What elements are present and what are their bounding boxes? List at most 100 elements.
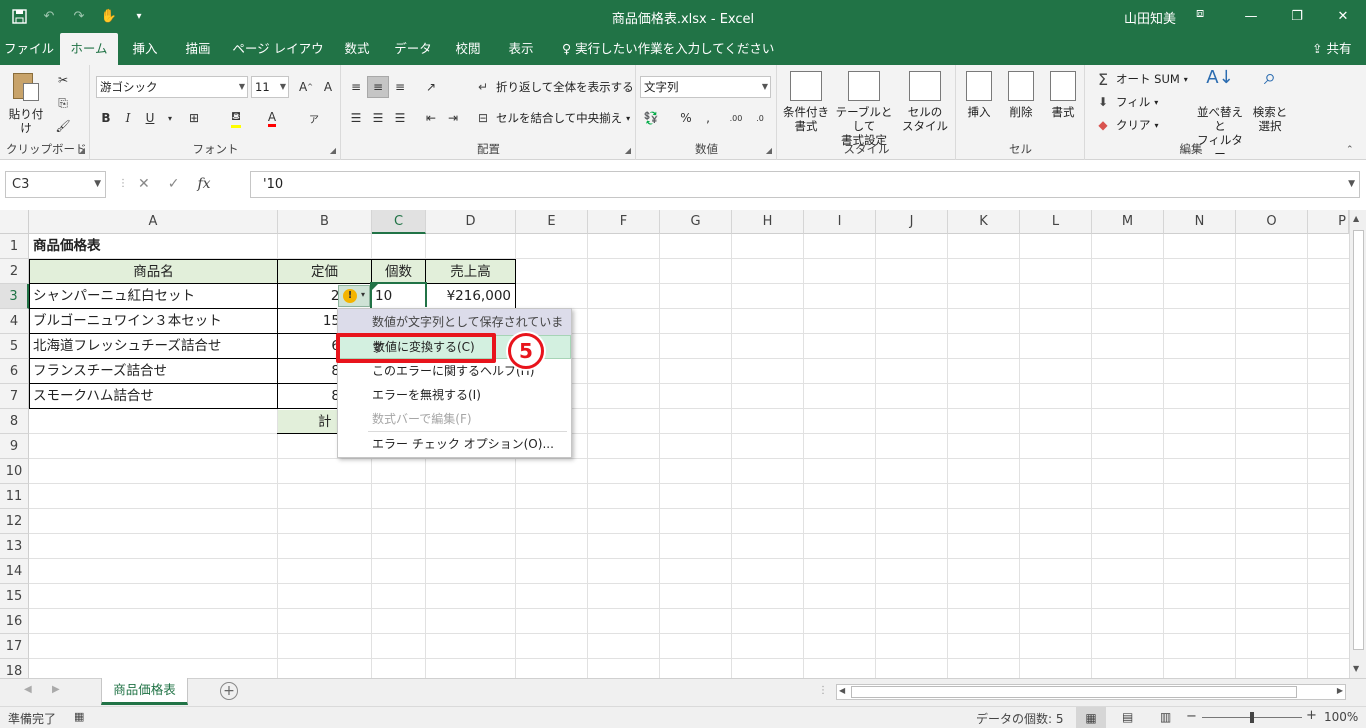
align-center-icon[interactable]: ☰ bbox=[367, 107, 389, 129]
column-header-b[interactable]: B bbox=[278, 210, 372, 234]
tell-me-box[interactable]: ♀ 実行したい作業を入力してください bbox=[562, 33, 774, 65]
restore-icon[interactable]: ❐ bbox=[1274, 0, 1320, 33]
merge-center-button[interactable]: ⊟ セルを結合して中央揃え ▾ bbox=[474, 109, 630, 127]
decrease-font-icon[interactable]: A bbox=[317, 76, 339, 98]
column-header-h[interactable]: H bbox=[732, 210, 804, 234]
row-header-16[interactable]: 16 bbox=[0, 609, 29, 634]
row-header-15[interactable]: 15 bbox=[0, 584, 29, 609]
zoom-in-icon[interactable]: + bbox=[1306, 708, 1317, 723]
increase-font-icon[interactable]: A ^ bbox=[295, 76, 317, 98]
horizontal-scroll-thumb[interactable] bbox=[851, 686, 1297, 698]
borders-icon[interactable]: ⊞ bbox=[183, 107, 205, 129]
decrease-indent-icon[interactable]: ⇤ bbox=[420, 107, 442, 129]
column-header-o[interactable]: O bbox=[1236, 210, 1308, 234]
row-header-8[interactable]: 8 bbox=[0, 409, 29, 434]
row-header-4[interactable]: 4 bbox=[0, 309, 29, 334]
tab-formulas[interactable]: 数式 bbox=[332, 33, 382, 65]
scroll-up-icon[interactable]: ▲ bbox=[1353, 214, 1359, 223]
font-size-combo[interactable]: 11 ▼ bbox=[251, 76, 289, 98]
close-icon[interactable]: ✕ bbox=[1320, 0, 1366, 33]
item-price-cell[interactable]: 8 bbox=[278, 384, 340, 409]
font-name-combo[interactable]: 游ゴシック ▼ bbox=[96, 76, 248, 98]
normal-view-icon[interactable]: ▦ bbox=[1076, 707, 1106, 728]
row-header-14[interactable]: 14 bbox=[0, 559, 29, 584]
tab-data[interactable]: データ bbox=[386, 33, 440, 65]
clipboard-launcher-icon[interactable]: ◢ bbox=[79, 146, 85, 155]
status-count[interactable]: データの個数: 5 bbox=[976, 710, 1064, 727]
add-sheet-icon[interactable]: + bbox=[220, 682, 238, 700]
row-header-18[interactable]: 18 bbox=[0, 659, 29, 678]
comma-style-icon[interactable]: , bbox=[697, 107, 719, 129]
sheet-tab-active[interactable]: 商品価格表 bbox=[101, 678, 188, 705]
next-sheet-icon[interactable]: ▶ bbox=[52, 684, 60, 695]
user-name[interactable]: 山田知美 bbox=[1124, 8, 1176, 27]
cancel-icon[interactable]: ✕ bbox=[138, 171, 150, 198]
column-header-g[interactable]: G bbox=[660, 210, 732, 234]
cut-icon[interactable]: ✂ bbox=[52, 69, 74, 91]
macro-record-icon[interactable]: ▦ bbox=[74, 710, 84, 723]
underline-button[interactable]: U bbox=[139, 107, 161, 129]
decrease-decimal-icon[interactable]: .0 bbox=[749, 107, 771, 129]
enter-icon[interactable]: ✓ bbox=[168, 171, 180, 198]
ribbon-display-icon[interactable]: ⧈ bbox=[1196, 6, 1216, 26]
column-header-k[interactable]: K bbox=[948, 210, 1020, 234]
column-header-n[interactable]: N bbox=[1164, 210, 1236, 234]
tab-view[interactable]: 表示 bbox=[496, 33, 546, 65]
sheet-title-cell[interactable]: 商品価格表 bbox=[29, 234, 277, 259]
prev-sheet-icon[interactable]: ◀ bbox=[24, 684, 32, 695]
item-sales-cell[interactable]: ¥216,000 bbox=[426, 284, 515, 309]
column-header-m[interactable]: M bbox=[1092, 210, 1164, 234]
active-cell-qty[interactable]: 10 bbox=[372, 284, 425, 309]
column-header-p[interactable]: P bbox=[1308, 210, 1349, 234]
item-price-cell[interactable]: 8 bbox=[278, 359, 340, 384]
header-cell-name[interactable]: 商品名 bbox=[30, 260, 277, 283]
underline-dropdown-icon[interactable]: ▾ bbox=[159, 107, 181, 129]
formula-input[interactable]: '10 ▼ bbox=[250, 171, 1360, 198]
increase-decimal-icon[interactable]: .00 bbox=[725, 107, 747, 129]
item-name-cell[interactable]: フランスチーズ詰合せ bbox=[29, 359, 277, 384]
row-header-5[interactable]: 5 bbox=[0, 334, 29, 359]
share-button[interactable]: ⇪ 共有 bbox=[1312, 33, 1351, 65]
tab-insert[interactable]: 挿入 bbox=[120, 33, 170, 65]
header-cell-sales[interactable]: 売上高 bbox=[426, 260, 515, 283]
align-top-icon[interactable]: ≡ bbox=[345, 76, 367, 98]
row-header-7[interactable]: 7 bbox=[0, 384, 29, 409]
delete-cells-button[interactable]: 削除 bbox=[1003, 71, 1039, 119]
conditional-format-button[interactable]: 条件付き 書式 bbox=[780, 71, 832, 133]
alignment-launcher-icon[interactable]: ◢ bbox=[625, 146, 631, 155]
fill-button[interactable]: ⬇ フィル ▾ bbox=[1094, 93, 1158, 111]
number-format-combo[interactable]: 文字列 ▼ bbox=[640, 76, 771, 98]
paste-button[interactable]: 貼り付け bbox=[4, 71, 48, 135]
vertical-scrollbar[interactable]: ▲ ▼ bbox=[1349, 210, 1366, 678]
tab-review[interactable]: 校閲 bbox=[444, 33, 492, 65]
row-header-6[interactable]: 6 bbox=[0, 359, 29, 384]
column-header-j[interactable]: J bbox=[876, 210, 948, 234]
vertical-scroll-thumb[interactable] bbox=[1353, 230, 1364, 650]
row-header-11[interactable]: 11 bbox=[0, 484, 29, 509]
item-name-cell[interactable]: スモークハム詰合せ bbox=[29, 384, 277, 409]
menu-item-ignore-error[interactable]: エラーを無視する(I) bbox=[338, 383, 571, 407]
item-name-cell[interactable]: ブルゴーニュワイン３本セット bbox=[29, 309, 277, 334]
error-smart-tag[interactable]: ! ▾ bbox=[338, 285, 370, 307]
page-break-view-icon[interactable]: ▥ bbox=[1160, 710, 1171, 724]
scroll-right-icon[interactable]: ▶ bbox=[1337, 686, 1343, 695]
fill-color-icon[interactable]: ⛾ bbox=[225, 107, 247, 129]
row-header-13[interactable]: 13 bbox=[0, 534, 29, 559]
row-header-9[interactable]: 9 bbox=[0, 434, 29, 459]
tab-home[interactable]: ホーム bbox=[60, 33, 118, 65]
column-header-f[interactable]: F bbox=[588, 210, 660, 234]
insert-function-icon[interactable]: fx bbox=[197, 171, 210, 198]
number-launcher-icon[interactable]: ◢ bbox=[766, 146, 772, 155]
column-header-a[interactable]: A bbox=[29, 210, 278, 234]
tab-page-layout[interactable]: ページ レイアウト bbox=[228, 33, 328, 88]
orientation-icon[interactable]: ↗ bbox=[420, 76, 442, 98]
format-painter-icon[interactable]: 🖌 bbox=[52, 115, 74, 137]
copy-icon[interactable]: ⎘ bbox=[52, 92, 74, 114]
minimize-icon[interactable]: — bbox=[1228, 0, 1274, 33]
column-header-d[interactable]: D bbox=[426, 210, 516, 234]
currency-icon[interactable]: 💱 bbox=[640, 107, 662, 129]
row-header-12[interactable]: 12 bbox=[0, 509, 29, 534]
zoom-level[interactable]: 100% bbox=[1324, 710, 1358, 724]
clear-button[interactable]: ◆ クリア ▾ bbox=[1094, 116, 1158, 134]
select-all-corner[interactable] bbox=[0, 210, 29, 234]
